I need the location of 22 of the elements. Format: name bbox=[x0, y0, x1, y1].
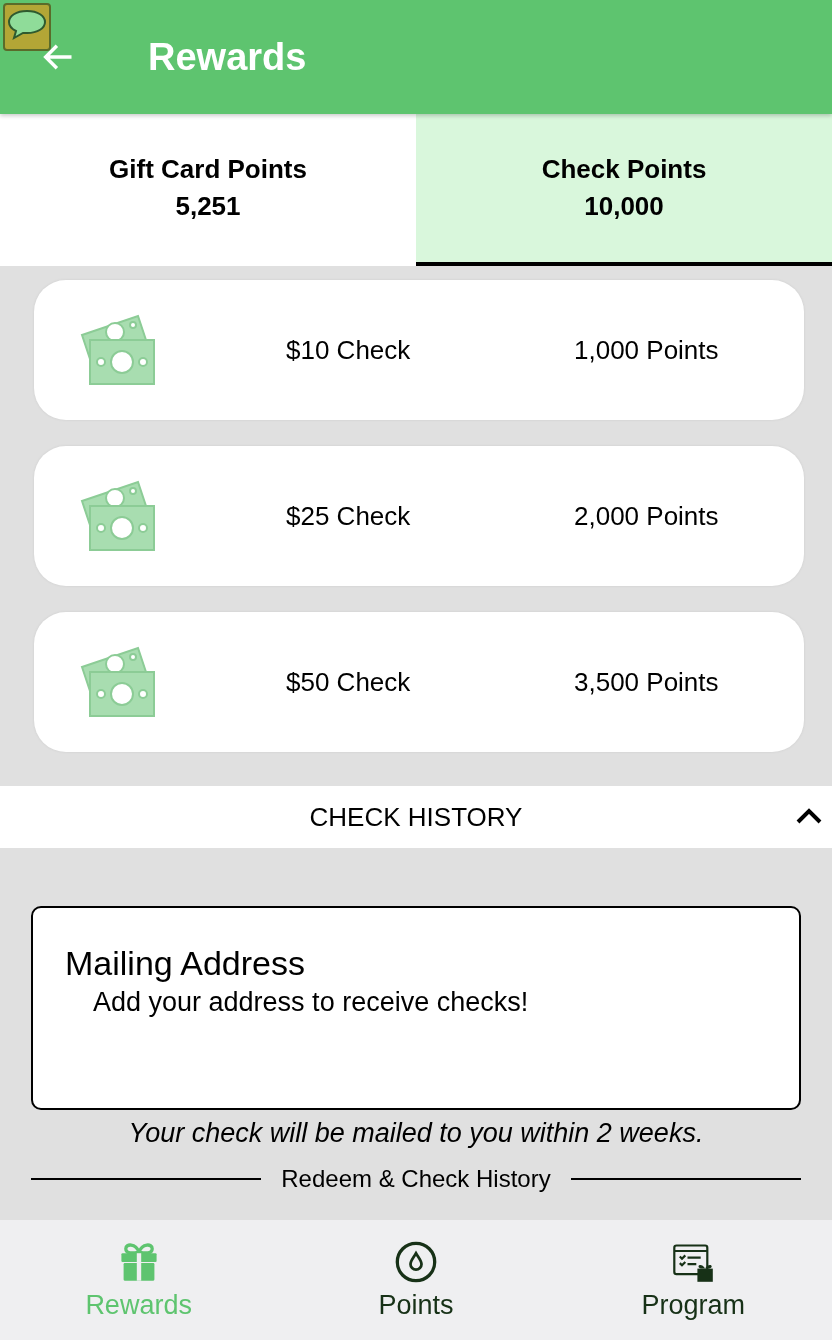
mailing-note: Your check will be mailed to you within 2 weeks. bbox=[128, 1118, 704, 1149]
chat-bubble-icon[interactable] bbox=[3, 3, 51, 51]
check-history-toggle[interactable]: CHECK HISTORY bbox=[0, 786, 832, 848]
reward-name: $50 Check bbox=[286, 666, 412, 698]
history-heading: Redeem & Check History bbox=[281, 1165, 551, 1193]
reward-points: 2,000 Points bbox=[574, 500, 719, 532]
mailing-address-title: Mailing Address bbox=[65, 944, 305, 983]
mailing-address-text: Add your address to receive checks! bbox=[93, 987, 529, 1018]
reward-name: $25 Check bbox=[286, 500, 412, 532]
reward-card[interactable]: $10 Check 1,000 Points bbox=[34, 280, 804, 420]
reward-points: 3,500 Points bbox=[574, 666, 719, 698]
mailing-address-card[interactable]: Mailing Address Add your address to receive checks! bbox=[31, 906, 801, 1110]
points-tab[interactable]: Gift Card Points 5,251 bbox=[0, 114, 416, 266]
reward-name: $10 Check bbox=[286, 334, 412, 366]
water-drop-icon bbox=[394, 1239, 438, 1284]
nav-item[interactable]: Points bbox=[316, 1238, 516, 1322]
app-bar-title: Rewards bbox=[148, 35, 307, 79]
reward-points: 1,000 Points bbox=[574, 334, 719, 366]
reward-card[interactable]: $50 Check 3,500 Points bbox=[34, 612, 804, 752]
reward-card[interactable]: $25 Check 2,000 Points bbox=[34, 446, 804, 586]
nav-item[interactable]: Program bbox=[593, 1238, 794, 1322]
points-tab[interactable]: Check Points 10,000 bbox=[416, 114, 832, 266]
